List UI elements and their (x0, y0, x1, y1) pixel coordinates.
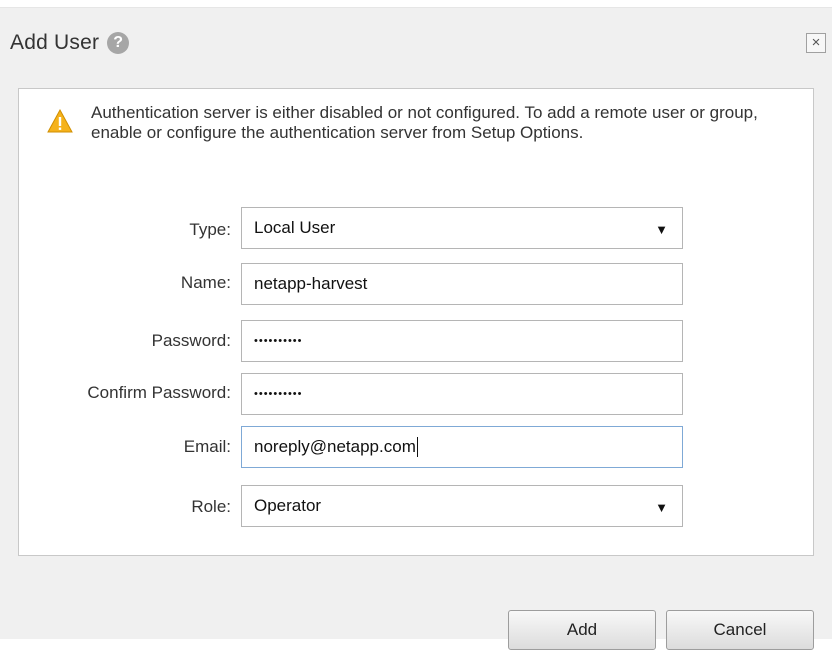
confirm-password-value: •••••••••• (254, 388, 303, 400)
type-value: Local User (254, 218, 336, 237)
cancel-button[interactable]: Cancel (666, 610, 814, 650)
text-cursor (416, 437, 418, 457)
role-value: Operator (254, 496, 322, 515)
form-panel: Authentication server is either disabled… (18, 88, 814, 556)
chevron-down-icon: ▼ (655, 500, 668, 515)
dialog-header: Add User ? (10, 26, 130, 60)
password-label: Password: (151, 331, 231, 350)
role-select[interactable]: Operator ▼ (241, 485, 683, 527)
password-value: •••••••••• (254, 335, 303, 347)
help-icon[interactable]: ? (107, 32, 130, 54)
type-select[interactable]: Local User ▼ (241, 207, 683, 249)
name-value: netapp-harvest (254, 274, 368, 293)
email-field[interactable]: noreply@netapp.com (241, 426, 683, 468)
add-button[interactable]: Add (508, 610, 656, 650)
name-label: Name: (180, 273, 231, 292)
dialog-title: Add User (10, 31, 100, 54)
email-label: Email: (183, 437, 231, 456)
warning-message: Authentication server is either disabled… (91, 103, 758, 142)
confirm-password-field[interactable]: •••••••••• (241, 373, 683, 415)
chevron-down-icon: ▼ (655, 222, 668, 237)
warning-icon (47, 109, 73, 133)
password-field[interactable]: •••••••••• (241, 320, 683, 362)
role-label: Role: (191, 497, 231, 516)
confirm-password-label: Confirm Password: (87, 383, 231, 402)
name-field[interactable]: netapp-harvest (241, 263, 683, 305)
email-value: noreply@netapp.com (254, 437, 416, 456)
type-label: Type: (189, 220, 231, 239)
close-button[interactable]: × (806, 33, 826, 53)
close-icon: × (811, 34, 821, 51)
top-edge (0, 0, 832, 8)
